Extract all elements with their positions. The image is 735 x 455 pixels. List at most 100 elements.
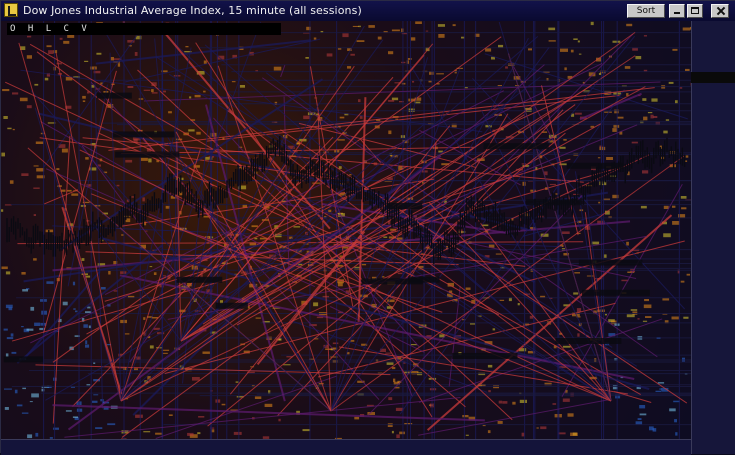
texture-speck <box>61 148 68 153</box>
trend-line <box>579 92 642 121</box>
texture-speck <box>637 418 642 420</box>
texture-speck <box>663 130 668 134</box>
texture-speck <box>651 98 658 102</box>
texture-speck <box>540 426 547 430</box>
price-scale[interactable] <box>691 21 735 454</box>
texture-speck <box>655 390 661 392</box>
texture-speck <box>680 280 685 283</box>
texture-speck <box>185 46 189 48</box>
texture-speck <box>391 430 394 434</box>
texture-speck <box>153 327 160 330</box>
texture-speck <box>354 416 360 420</box>
texture-speck <box>347 66 352 69</box>
fan-line <box>34 107 122 402</box>
texture-speck <box>73 308 76 310</box>
texture-speck <box>635 56 642 60</box>
texture-speck <box>26 55 32 59</box>
chart-window: Dow Jones Industrial Average Index, 15 m… <box>0 0 735 455</box>
texture-speck <box>1 209 4 212</box>
texture-speck <box>173 75 181 77</box>
texture-speck <box>33 165 39 167</box>
texture-speck <box>561 231 570 234</box>
texture-speck <box>1 266 8 270</box>
texture-speck <box>388 130 392 135</box>
texture-speck <box>162 90 166 93</box>
texture-speck <box>421 170 428 173</box>
texture-speck <box>415 21 422 24</box>
annotation-tag <box>386 202 423 209</box>
close-icon[interactable] <box>711 4 729 18</box>
texture-speck <box>127 86 134 88</box>
texture-speck <box>685 68 690 71</box>
texture-speck <box>151 92 158 94</box>
texture-speck <box>337 139 345 141</box>
maximize-icon[interactable] <box>687 4 703 18</box>
texture-speck <box>464 87 468 89</box>
texture-speck <box>4 388 12 390</box>
minimize-icon[interactable] <box>669 4 685 18</box>
texture-speck <box>635 421 643 425</box>
texture-speck <box>71 193 79 196</box>
trend-line <box>418 399 609 436</box>
chart-plot-area[interactable] <box>1 21 735 454</box>
texture-speck <box>36 168 45 172</box>
texture-speck <box>21 412 29 414</box>
texture-speck <box>630 309 638 311</box>
texture-speck <box>682 27 691 31</box>
chart-app-icon[interactable] <box>4 3 18 17</box>
texture-speck <box>388 51 394 55</box>
texture-speck <box>143 317 146 320</box>
texture-speck <box>517 303 520 306</box>
sort-button[interactable]: Sort <box>627 4 665 18</box>
texture-speck <box>88 325 91 329</box>
texture-speck <box>198 416 205 418</box>
texture-speck <box>81 258 85 261</box>
texture-speck <box>672 221 680 225</box>
texture-speck <box>652 428 657 432</box>
texture-speck <box>536 427 539 429</box>
texture-speck <box>552 403 557 405</box>
texture-speck <box>34 83 39 86</box>
texture-speck <box>149 266 153 268</box>
ohlc-close: C <box>63 24 69 34</box>
texture-speck <box>662 298 670 301</box>
texture-speck <box>643 304 652 309</box>
texture-speck <box>34 322 41 326</box>
texture-speck <box>231 81 236 83</box>
texture-speck <box>283 364 291 366</box>
texture-speck <box>675 100 678 104</box>
trend-line <box>30 62 603 344</box>
texture-speck <box>643 35 647 37</box>
texture-speck <box>194 94 201 98</box>
texture-speck <box>235 381 239 383</box>
texture-speck <box>303 115 311 120</box>
fan-line <box>574 171 612 402</box>
texture-speck <box>358 99 361 103</box>
trend-line <box>98 132 500 316</box>
texture-speck <box>35 141 44 144</box>
texture-speck <box>33 258 37 261</box>
texture-speck <box>437 24 445 27</box>
texture-speck <box>62 301 68 306</box>
texture-speck <box>570 49 574 53</box>
texture-speck <box>681 207 687 210</box>
texture-speck <box>313 37 317 40</box>
texture-speck <box>671 316 679 320</box>
texture-speck <box>339 116 345 119</box>
trend-line <box>35 364 391 376</box>
texture-speck <box>26 328 34 331</box>
texture-speck <box>672 205 676 208</box>
texture-speck <box>59 37 63 40</box>
texture-speck <box>192 377 200 381</box>
texture-speck <box>665 119 670 121</box>
texture-speck <box>436 73 444 75</box>
chart-canvas[interactable] <box>1 21 735 454</box>
texture-speck <box>93 362 96 364</box>
ohlc-volume: V <box>81 24 87 34</box>
texture-speck <box>221 403 226 406</box>
texture-speck <box>385 352 391 354</box>
texture-speck <box>574 272 580 274</box>
title-bar[interactable]: Dow Jones Industrial Average Index, 15 m… <box>1 1 735 22</box>
texture-speck <box>85 344 90 348</box>
texture-speck <box>624 66 631 69</box>
